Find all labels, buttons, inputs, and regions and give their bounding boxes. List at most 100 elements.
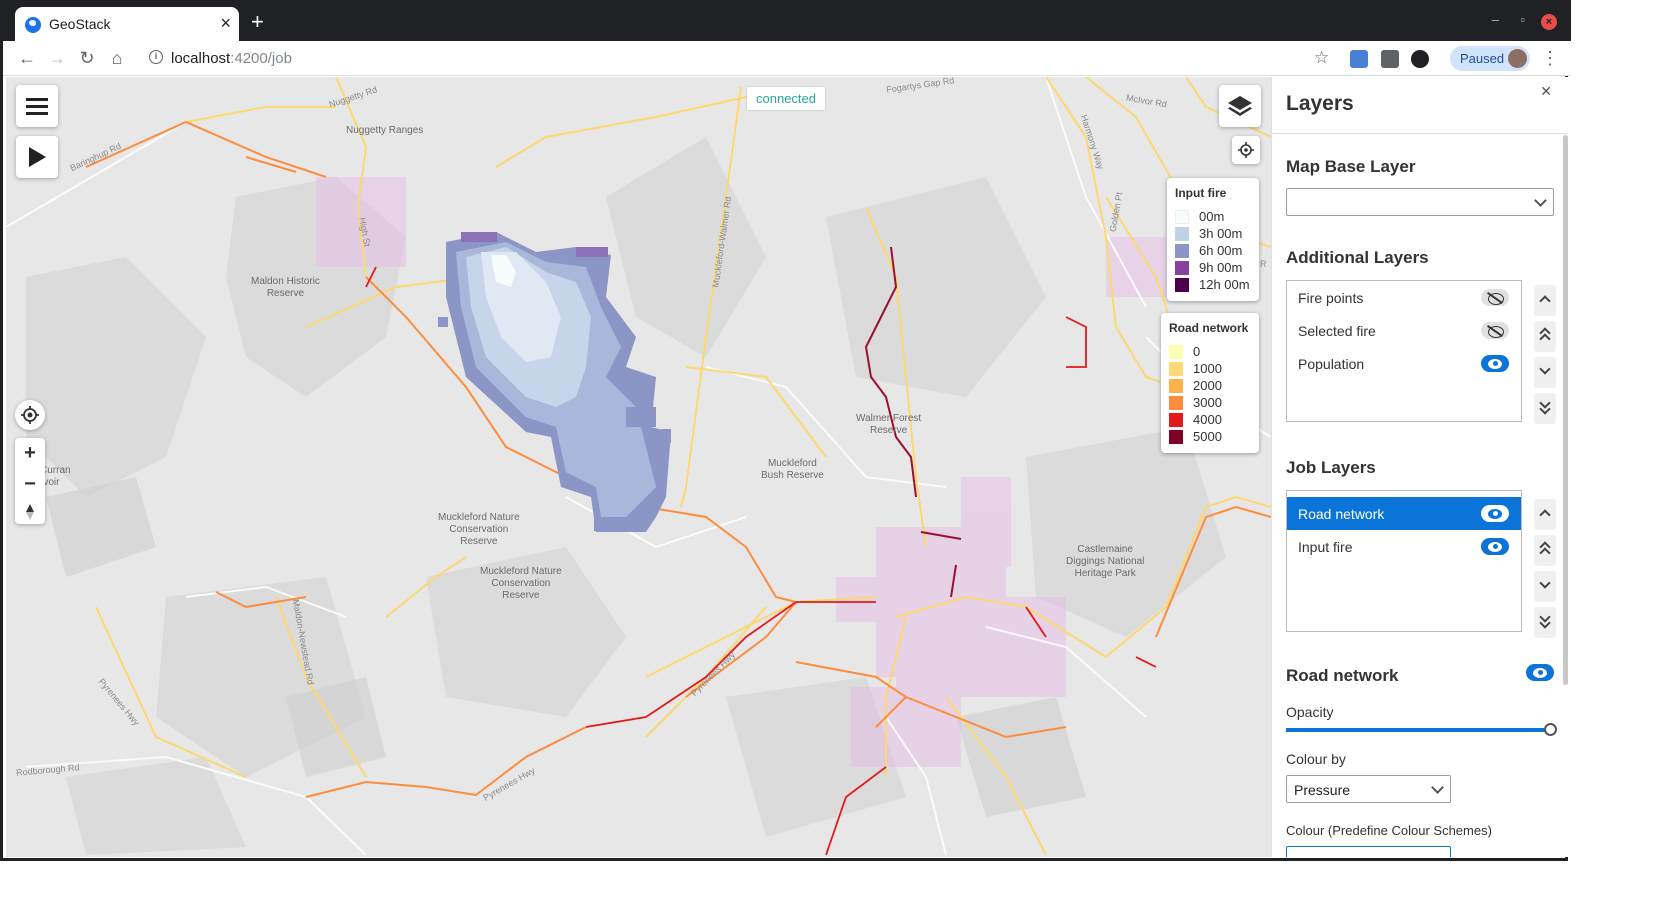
tab-geostack[interactable]: GeoStack × [15,7,239,41]
eye-off-icon[interactable] [1481,289,1509,306]
legend-input-fire: Input fire 00m 3h 00m 6h 00m 9h 00m 12h … [1167,178,1259,301]
map-canvas[interactable]: Nuggetty Ranges Maldon Historic Reserve … [6,77,1271,857]
legend-label: 5000 [1193,429,1222,444]
bookmark-star-icon[interactable]: ☆ [1314,48,1329,68]
legend-label: 2000 [1193,378,1222,393]
minimize-icon[interactable]: – [1492,12,1499,27]
list-item-road-network[interactable]: Road network [1287,497,1521,530]
legend-label: 1000 [1193,361,1222,376]
legend-swatch [1169,378,1183,393]
move-top-button[interactable] [1534,535,1556,566]
chevron-up-icon [1539,295,1551,307]
opacity-slider-thumb[interactable] [1544,723,1557,736]
new-tab-icon[interactable]: + [251,11,264,33]
job-order-controls [1534,499,1556,643]
connection-status: connected [746,86,826,111]
panel-scrollbar[interactable] [1563,135,1568,685]
close-icon[interactable]: ✕ [1540,83,1552,100]
legend-label: 6h 00m [1199,243,1243,258]
forward-icon[interactable]: → [45,47,69,71]
site-info-icon[interactable]: i [149,50,163,64]
eye-off-icon[interactable] [1481,322,1509,339]
panel-title: Layers [1286,92,1354,115]
eye-icon[interactable] [1481,505,1509,522]
layer-detail-heading: Road network [1286,666,1399,685]
place-label: Muckleford Bush Reserve [761,458,824,481]
move-bottom-button[interactable] [1534,393,1556,424]
list-item-fire-points[interactable]: Fire points [1287,281,1521,314]
run-button[interactable] [16,136,58,178]
additional-order-controls [1534,285,1556,429]
profile-button[interactable]: Paused [1450,46,1530,71]
home-icon[interactable]: ⌂ [105,47,129,71]
legend-label: 12h 00m [1199,277,1250,292]
menu-button[interactable] [16,85,58,127]
legend-item: 1000 [1169,360,1251,377]
eye-icon[interactable] [1481,538,1509,555]
chevron-down-icon [1539,363,1551,375]
legend-item: 3h 00m [1175,225,1251,242]
geolocate-button[interactable] [15,400,45,430]
layer-label: Population [1298,356,1365,372]
zoom-out-icon[interactable]: − [24,473,36,496]
place-label: Muckleford Nature Conservation Reserve [438,512,520,547]
move-up-button[interactable] [1534,499,1556,530]
legend-label: 0 [1193,344,1201,359]
base-layer-select[interactable] [1286,188,1554,216]
chevron-down-icon [1539,577,1551,589]
address-bar[interactable]: i localhost:4200/job [143,45,1343,72]
list-item-input-fire[interactable]: Input fire [1287,530,1521,563]
colour-scheme-select[interactable] [1286,846,1451,857]
zoom-in-icon[interactable]: + [24,442,36,465]
eye-icon[interactable] [1526,664,1554,681]
list-item-selected-fire[interactable]: Selected fire [1287,314,1521,347]
legend-item: 0 [1169,343,1251,360]
avatar [1508,49,1527,68]
legend-title: Input fire [1175,186,1227,200]
d-extension-icon[interactable] [1411,50,1429,68]
place-label: Castlemaine Diggings National Heritage P… [1066,544,1145,579]
legend-label: 4000 [1193,412,1222,427]
colour-by-select[interactable]: Pressure [1286,775,1451,803]
divider [1272,133,1568,134]
move-bottom-button[interactable] [1534,607,1556,638]
browser-window: GeoStack × + – ▫ × ← → ↻ ⌂ i localhost:4… [0,0,1571,861]
locate-button[interactable] [1232,136,1260,164]
tab-close-icon[interactable]: × [220,13,231,33]
reload-icon[interactable]: ↻ [75,47,99,71]
layers-icon [1228,96,1252,116]
opacity-slider[interactable] [1286,723,1557,736]
additional-layers-list: Fire points Selected fire Population [1286,280,1522,422]
legend-swatch [1169,412,1183,427]
tab-strip: GeoStack × + – ▫ × [3,0,1571,41]
chevron-up-icon [1539,509,1551,521]
place-label: Muckleford Nature Conservation Reserve [480,566,562,601]
legend-label: 00m [1199,209,1225,224]
move-up-button[interactable] [1534,285,1556,316]
back-icon[interactable]: ← [15,47,39,71]
legend-item: 5000 [1169,428,1251,445]
legend-swatch [1169,344,1183,359]
eye-icon[interactable] [1481,355,1509,372]
legend-item: 6h 00m [1175,242,1251,259]
move-top-button[interactable] [1534,321,1556,352]
translate-extension-icon[interactable] [1350,50,1368,68]
list-item-population[interactable]: Population [1287,347,1521,380]
hamburger-icon [26,98,48,115]
restore-icon[interactable]: ▫ [1520,12,1525,27]
legend-label: 3h 00m [1199,226,1243,241]
move-down-button[interactable] [1534,357,1556,388]
layers-panel: Layers ✕ Map Base Layer Additional Layer… [1271,77,1568,857]
crosshair-icon [1238,142,1254,158]
window-close-icon[interactable]: × [1541,14,1557,30]
legend-label: 9h 00m [1199,260,1243,275]
opacity-label: Opacity [1286,704,1334,720]
legend-item: 12h 00m [1175,276,1251,293]
privacy-extension-icon[interactable] [1381,50,1399,68]
compass-icon[interactable] [25,504,35,520]
opacity-fill [1286,728,1553,732]
browser-menu-icon[interactable]: ⋮ [1541,48,1559,69]
legend-swatch [1169,361,1183,376]
layers-button[interactable] [1219,85,1261,127]
move-down-button[interactable] [1534,571,1556,602]
